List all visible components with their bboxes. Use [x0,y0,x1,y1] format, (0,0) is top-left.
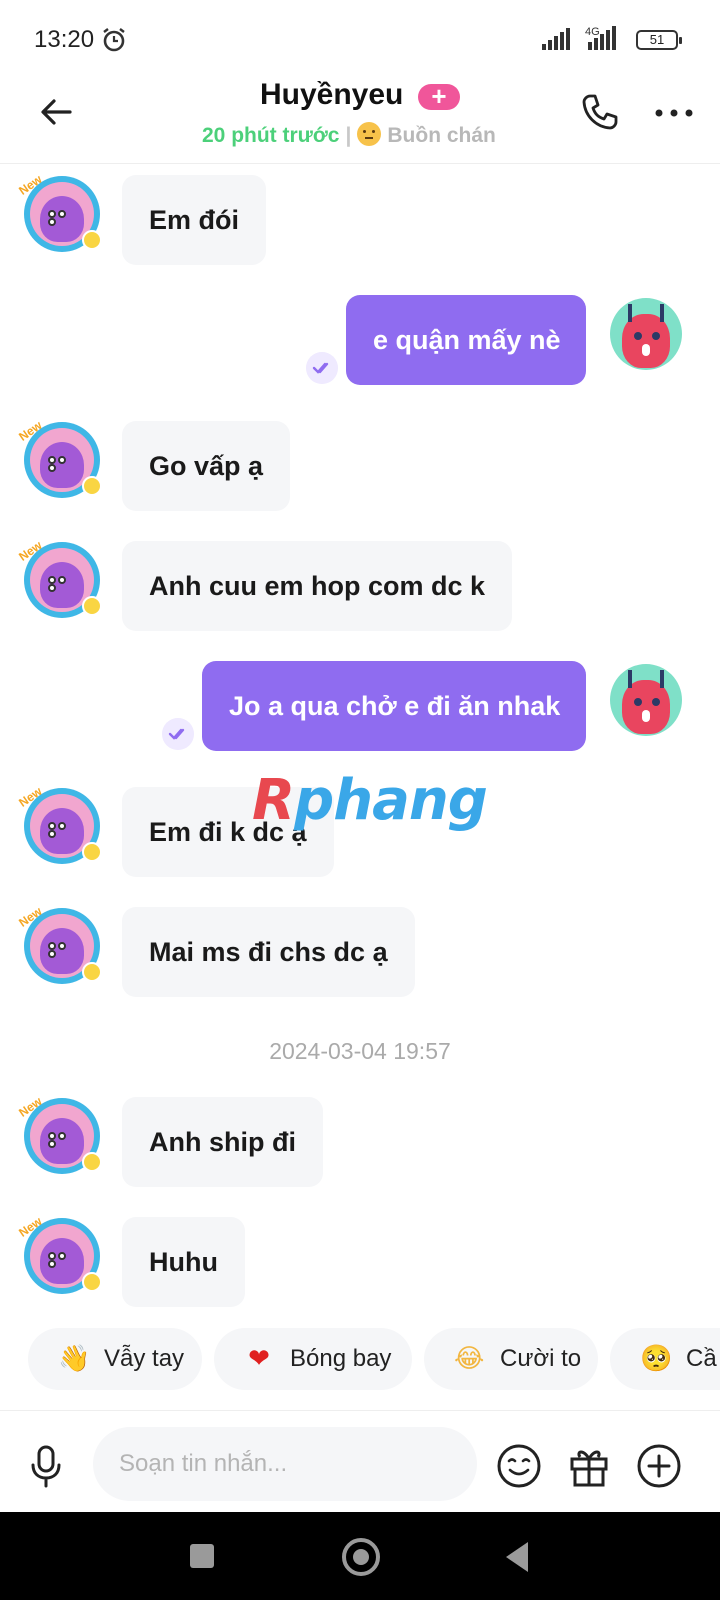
more-options-icon[interactable] [654,108,694,118]
nav-back-icon[interactable] [506,1542,528,1572]
heart-icon: ❤ [248,1344,270,1374]
message-timestamp: 2024-03-04 19:57 [269,1038,451,1064]
system-nav-bar [0,1512,720,1600]
recent-apps-icon[interactable] [190,1544,214,1568]
reaction-chip-laugh[interactable]: 😂 Cười to [424,1328,598,1390]
my-avatar[interactable] [610,664,682,736]
pleading-face-icon: 🥺 [640,1344,673,1374]
message-input[interactable] [93,1427,477,1501]
reaction-chip-plead[interactable]: 🥺 Cầ [610,1328,720,1390]
mood-text: Buồn chán [387,124,496,147]
add-friend-button[interactable]: + [418,83,460,110]
message-bubble-outgoing[interactable]: e quận mấy nè [346,295,586,385]
reaction-chip-balloon[interactable]: ❤ Bóng bay [214,1328,412,1390]
contact-avatar[interactable]: New [16,904,102,984]
back-arrow-icon[interactable] [36,92,76,132]
battery-icon: 51 [636,30,682,50]
signal-icon [542,28,570,50]
last-seen-text: 20 phút trước [202,124,340,147]
status-bar: 13:20 4G 51 [0,0,720,80]
presence-status: 20 phút trước | Buồn chán [202,122,496,148]
reaction-chip-wave[interactable]: 👋 Vẫy tay [28,1328,202,1390]
contact-avatar[interactable]: New [16,1094,102,1174]
seen-check-icon [162,718,194,750]
seen-check-icon [306,352,338,384]
mood-emoji-icon [357,122,382,146]
my-avatar[interactable] [610,298,682,370]
message-list[interactable]: New Em đói e quận mấy nè New Go vấp ạ Ne… [0,164,720,1312]
contact-avatar[interactable]: New [16,1214,102,1294]
message-bubble-incoming[interactable]: Mai ms đi chs dc ạ [122,907,415,997]
emoji-sticker-icon[interactable] [496,1443,542,1489]
quick-reaction-bar[interactable]: 👋 Vẫy tay ❤ Bóng bay 😂 Cười to 🥺 Cầ [0,1312,720,1404]
contact-avatar[interactable]: New [16,538,102,618]
microphone-icon[interactable] [28,1445,64,1489]
laughing-face-icon: 😂 [454,1344,485,1374]
chat-header: Huyềnyeu + 20 phút trước | Buồn chán [0,72,720,164]
home-icon[interactable] [342,1538,380,1576]
compose-bar [0,1410,720,1512]
message-bubble-incoming[interactable]: Anh ship đi [122,1097,323,1187]
phone-call-icon[interactable] [578,90,622,134]
contact-avatar[interactable]: New [16,784,102,864]
message-bubble-incoming[interactable]: Huhu [122,1217,245,1307]
message-bubble-outgoing[interactable]: Jo a qua chở e đi ăn nhak [202,661,586,751]
alarm-icon [103,28,125,52]
add-attachment-icon[interactable] [636,1443,682,1489]
contact-avatar[interactable]: New [16,418,102,498]
waving-hand-icon: 👋 [58,1344,91,1374]
message-bubble-incoming[interactable]: Em đói [122,175,267,265]
contact-name[interactable]: Huyềnyeu [260,78,403,112]
gift-icon[interactable] [566,1443,612,1489]
contact-avatar[interactable]: New [16,172,102,252]
status-time: 13:20 [34,26,95,53]
signal-icon-2 [588,26,616,50]
message-bubble-incoming[interactable]: Go vấp ạ [122,421,291,511]
presence-separator: | [345,124,352,147]
message-bubble-incoming[interactable]: Anh cuu em hop com dc k [122,541,513,631]
watermark-logo: Rphang [252,768,488,833]
